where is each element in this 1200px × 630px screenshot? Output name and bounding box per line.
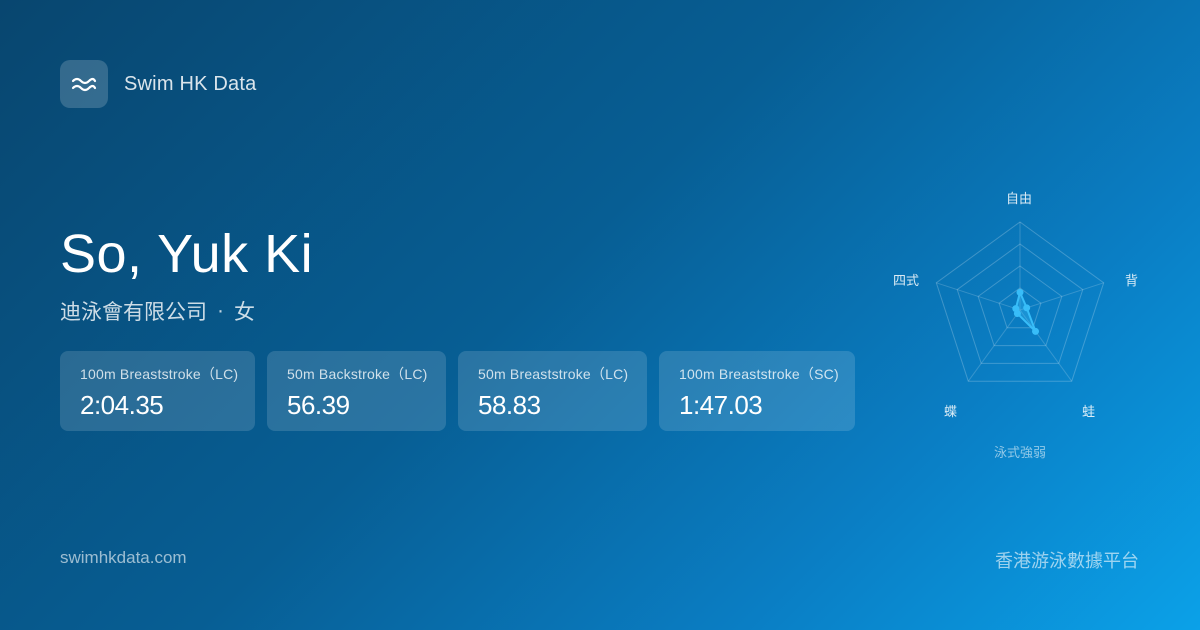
radar-axis-line	[1019, 282, 1104, 311]
best-times: 100m Breaststroke（LC) 2:04.35 50m Backst…	[60, 351, 855, 431]
event-time: 56.39	[287, 390, 350, 420]
radar-data-point	[1016, 288, 1024, 296]
footer-url[interactable]: swimhkdata.com	[60, 548, 187, 568]
athlete-info: 迪泳會有限公司 · 女	[60, 296, 255, 326]
stroke-radar-chart: 自由 背 蛙 蝶 四式 泳式強弱	[890, 180, 1150, 470]
event-label: 100m Breaststroke（SC)	[679, 366, 839, 382]
radar-svg	[935, 221, 1105, 382]
radar-axis-label-im: 四式	[893, 273, 920, 288]
time-card[interactable]: 100m Breaststroke（LC) 2:04.35	[60, 351, 255, 431]
athlete-gender: 女	[234, 301, 255, 324]
footer-tagline: 香港游泳數據平台	[995, 551, 1139, 571]
radar-axis-label-free: 自由	[1006, 191, 1033, 206]
brand-name: Swim HK Data	[124, 72, 257, 95]
athlete-name: So, Yuk Ki	[60, 224, 314, 284]
brand-logo	[60, 60, 108, 108]
time-card[interactable]: 50m Breaststroke（LC) 58.83	[458, 351, 647, 431]
radar-data-point	[1012, 305, 1020, 313]
athlete-club: 迪泳會有限公司	[60, 301, 207, 324]
event-label: 100m Breaststroke（LC)	[80, 366, 239, 382]
radar-axis-line	[936, 282, 1021, 311]
radar-data-point	[1023, 304, 1031, 312]
time-card[interactable]: 100m Breaststroke（SC) 1:47.03	[659, 351, 855, 431]
radar-caption: 泳式強弱	[993, 445, 1046, 460]
event-label: 50m Backstroke（LC)	[287, 366, 428, 382]
time-card[interactable]: 50m Backstroke（LC) 56.39	[267, 351, 446, 431]
radar-axis-label-breast: 蛙	[1082, 404, 1096, 419]
radar-data-point	[1032, 327, 1040, 335]
brand[interactable]: Swim HK Data	[60, 60, 256, 108]
event-time: 58.83	[478, 390, 541, 420]
radar-axis-label-fly: 蝶	[944, 404, 958, 419]
info-separator: ·	[217, 299, 224, 322]
radar-axis-label-back: 背	[1125, 273, 1139, 288]
event-time: 2:04.35	[80, 390, 164, 420]
event-label: 50m Breaststroke（LC)	[478, 366, 629, 382]
waves-icon	[71, 77, 97, 92]
event-time: 1:47.03	[679, 390, 763, 420]
